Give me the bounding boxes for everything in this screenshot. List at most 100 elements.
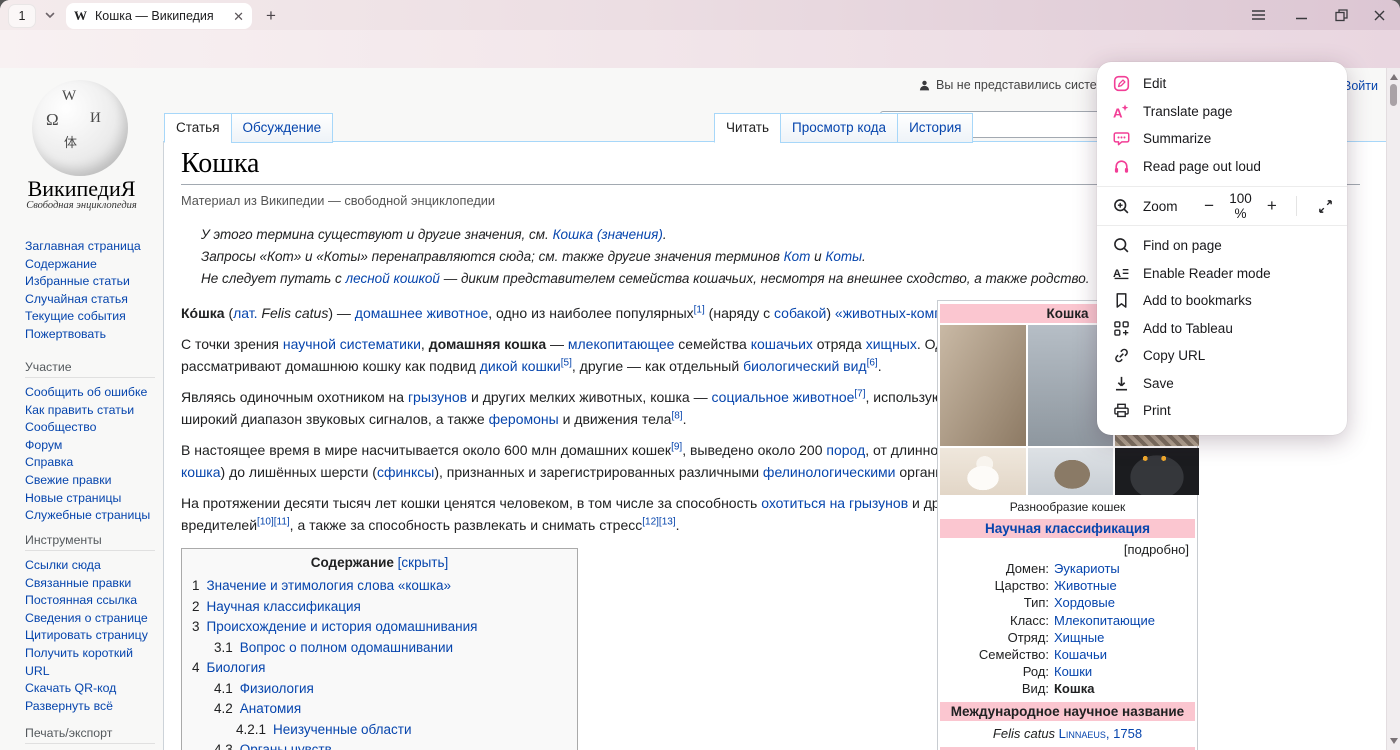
classification-header[interactable]: Научная классификация [940,519,1195,538]
menu-item-summarize[interactable]: Summarize [1097,125,1347,153]
fullscreen-button[interactable] [1318,199,1333,214]
taxon-link[interactable]: Хищные [1054,629,1195,646]
zoom-in-icon [1113,198,1130,215]
toc-item[interactable]: 4.3Органы чувств [192,740,567,750]
sidebar-link[interactable]: Содержание [25,256,155,274]
sidebar-link[interactable]: Связанные правки [25,575,155,593]
tab-article[interactable]: Статья [164,113,231,143]
sidebar-link[interactable]: Постоянная ссылка [25,592,155,610]
taxon-link[interactable]: Млекопитающие [1054,612,1195,629]
zoom-out-button[interactable]: − [1204,196,1215,216]
taxon-link[interactable]: Хордовые [1054,594,1195,611]
tab-view-source[interactable]: Просмотр кода [780,113,897,143]
menu-item-read-aloud[interactable]: Read page out loud [1097,153,1347,181]
reader-mode-icon: A [1113,265,1130,282]
toc-item[interactable]: 1Значение и этимология слова «кошка» [192,576,567,597]
tab-title: Кошка — Википедия [95,9,225,23]
sidebar-nav: Заглавная страницаСодержаниеИзбранные ст… [25,238,155,344]
sidebar-link[interactable]: Цитировать страницу [25,627,155,645]
sidebar-heading: Участие [25,360,155,378]
view-tabs: Читать Просмотр кода История [714,113,973,142]
tab-read[interactable]: Читать [714,113,780,143]
menu-item-edit[interactable]: Edit [1097,70,1347,98]
details-link[interactable]: [подробно] [940,539,1195,559]
zoom-in-button[interactable]: + [1266,196,1277,216]
table-of-contents: Содержание [скрыть] 1Значение и этимолог… [181,548,578,750]
menu-item-save[interactable]: Save [1097,370,1347,398]
menu-item-copy-url[interactable]: Copy URL [1097,342,1347,370]
toc-item[interactable]: 4Биология [192,658,567,679]
scrollbar-thumb[interactable] [1390,84,1397,106]
taxon-species: Кошка [1054,680,1195,697]
taxon-link[interactable]: Эукариоты [1054,560,1195,577]
tab-list-chevron-button[interactable] [38,4,62,26]
toc-item[interactable]: 3Происхождение и история одомашнивания [192,617,567,638]
user-icon [918,79,931,92]
tab-close-icon[interactable]: ✕ [233,10,244,23]
sidebar-link[interactable]: Пожертвовать [25,326,155,344]
scroll-up-arrow[interactable] [1390,74,1398,80]
new-tab-button[interactable]: + [258,3,284,29]
sidebar-link[interactable]: Скачать QR-код [25,680,155,698]
sidebar-link[interactable]: Случайная статья [25,291,155,309]
menu-item-add-bookmark[interactable]: Add to bookmarks [1097,287,1347,315]
hatnote: Не следует путать с лесной кошкой — дики… [201,268,1091,290]
menu-item-add-to-tableau[interactable]: Add to Tableau [1097,315,1347,343]
tab-count-button[interactable]: 1 [8,4,36,28]
toc-hide-link[interactable]: [скрыть] [398,555,449,570]
sidebar-link[interactable]: Свежие правки [25,472,155,490]
login-link[interactable]: Войти [1343,79,1378,93]
taxon-link[interactable]: Животные [1054,577,1195,594]
toc-item[interactable]: 4.1Физиология [192,679,567,700]
menu-item-find-on-page[interactable]: Find on page [1097,232,1347,260]
sidebar-section-print: Печать/экспорт [25,726,155,750]
minimize-button[interactable] [1290,7,1312,23]
sidebar-link[interactable]: Ссылки сюда [25,557,155,575]
sidebar-link[interactable]: Форум [25,437,155,455]
browser-menu-button[interactable] [1247,7,1269,23]
link-icon [1113,347,1130,364]
sidebar-link[interactable]: Сообщество [25,419,155,437]
restore-button[interactable] [1330,7,1352,23]
taxon-link[interactable]: Кошки [1054,663,1195,680]
collage-caption: Разнообразие кошек [940,497,1195,518]
scroll-down-arrow[interactable] [1390,738,1398,744]
sidebar-link[interactable]: Получить короткий URL [25,645,155,680]
sidebar-link[interactable]: Как править статьи [25,402,155,420]
zoom-label: Zoom [1143,199,1178,214]
bookmark-icon [1113,292,1130,309]
sidebar-link[interactable]: Текущие события [25,308,155,326]
gray-cat-photo [1115,448,1199,495]
page-scrollbar[interactable] [1386,68,1400,750]
sidebar-section-participation: Участие Сообщить об ошибкеКак править ст… [25,360,155,525]
sidebar-link[interactable]: Справка [25,454,155,472]
namespace-tabs: Статья Обсуждение [164,113,333,142]
sidebar-link[interactable]: Избранные статьи [25,273,155,291]
wikipedia-wordmark[interactable]: ВикипедиЯ [0,176,163,202]
toc-item[interactable]: 4.2Анатомия [192,699,567,720]
tab-history[interactable]: История [897,113,973,143]
taxon-link[interactable]: Кошачьи [1054,646,1195,663]
toc-item[interactable]: 4.2.1Неизученные области [192,720,567,741]
taxonomy-rows: Домен:Эукариоты Царство:Животные Тип:Хор… [940,559,1195,701]
toc-item[interactable]: 2Научная классификация [192,597,567,618]
intl-name-header: Международное научное название [940,702,1195,721]
sidebar-link[interactable]: Новые страницы [25,490,155,508]
menu-item-translate-page[interactable]: A Translate page [1097,98,1347,126]
minimize-icon [1295,9,1308,21]
sidebar-link[interactable]: Сведения о странице [25,610,155,628]
browser-tab[interactable]: W Кошка — Википедия ✕ [66,3,252,29]
synonyms-header[interactable]: Синонимы [940,747,1195,750]
sidebar-heading: Печать/экспорт [25,726,155,744]
menu-item-reader-mode[interactable]: A Enable Reader mode [1097,260,1347,288]
hatnote: У этого термина существуют и другие знач… [201,224,1091,246]
sidebar-link[interactable]: Служебные страницы [25,507,155,525]
toc-item[interactable]: 3.1Вопрос о полном одомашнивании [192,638,567,659]
sidebar-link[interactable]: Заглавная страница [25,238,155,256]
sidebar-link[interactable]: Сообщить об ошибке [25,384,155,402]
close-window-button[interactable] [1368,7,1390,23]
wikipedia-globe-logo[interactable]: W Ω И 体 [32,80,128,176]
tab-discussion[interactable]: Обсуждение [231,113,334,143]
menu-item-print[interactable]: Print [1097,397,1347,425]
sidebar-link[interactable]: Развернуть всё [25,698,155,716]
